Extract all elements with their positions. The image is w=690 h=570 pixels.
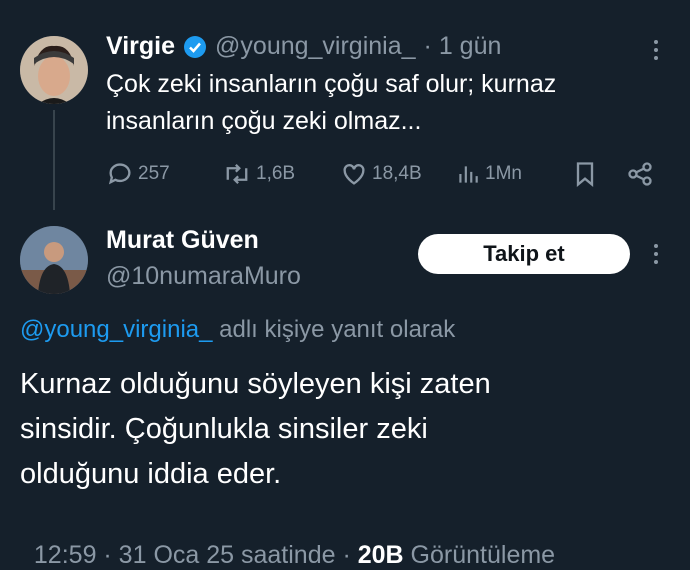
virgie-avatar[interactable] (20, 36, 88, 104)
more-icon[interactable] (654, 40, 658, 60)
tweet-meta: 12:59 · 31 Oca 25 saatinde · 20B Görüntü… (20, 512, 555, 570)
reply-icon (106, 160, 134, 188)
reply-count: 257 (138, 163, 170, 184)
verified-badge-icon (183, 35, 207, 59)
retweet-count: 1,6B (256, 163, 296, 184)
author-name[interactable]: Virgie (106, 32, 175, 61)
text-line: insanların çoğu zeki olmaz... (106, 107, 422, 135)
tweet-time[interactable]: · 1 gün (424, 32, 502, 61)
reply-context: @young_virginia_ adlı kişiye yanıt olara… (20, 316, 455, 344)
views-count: 20B (357, 541, 404, 569)
reply-to-suffix: adlı kişiye yanıt olarak (212, 316, 456, 343)
more-icon[interactable] (654, 244, 658, 264)
like-action[interactable]: 18,4B (340, 160, 422, 188)
text-line: Çok zeki insanların çoğu saf olur; kurna… (106, 70, 557, 98)
reply-tweet-text: Kurnaz olduğunu söyleyen kişi zaten sins… (20, 362, 491, 497)
share-icon[interactable] (626, 160, 654, 188)
original-tweet-text: Çok zeki insanların çoğu saf olur; kurna… (106, 66, 556, 140)
views-count: 1Mn (485, 163, 522, 184)
text-line: sinsidir. Çoğunlukla sinsiler zeki (20, 413, 428, 445)
follow-button[interactable]: Takip et (418, 234, 630, 274)
text-line: olduğunu iddia eder. (20, 458, 282, 490)
bookmark-icon[interactable] (571, 160, 599, 188)
murat-avatar[interactable] (20, 226, 88, 294)
original-tweet-header: Virgie @young_virginia_ · 1 gün (106, 32, 501, 61)
retweet-icon (222, 160, 252, 188)
views-icon (455, 160, 481, 188)
retweet-action[interactable]: 1,6B (222, 160, 295, 188)
timestamp[interactable]: 12:59 · 31 Oca 25 saatinde · (34, 541, 358, 569)
text-line: Kurnaz olduğunu söyleyen kişi zaten (20, 368, 491, 400)
views-label: Görüntüleme (403, 541, 556, 569)
thread-line (53, 110, 55, 210)
like-icon (340, 160, 368, 188)
like-count: 18,4B (372, 163, 422, 184)
author-handle[interactable]: @young_virginia_ (215, 32, 416, 61)
views-action[interactable]: 1Mn (455, 160, 522, 188)
reply-to-handle[interactable]: @young_virginia_ (20, 316, 212, 343)
reply-author-name[interactable]: Murat Güven (106, 226, 259, 255)
reply-action[interactable]: 257 (106, 160, 170, 188)
reply-author-handle[interactable]: @10numaraMuro (106, 262, 301, 291)
